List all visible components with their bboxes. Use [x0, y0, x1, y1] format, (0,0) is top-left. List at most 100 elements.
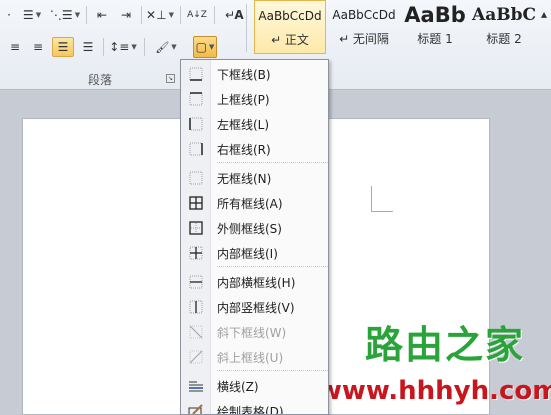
shading-button[interactable]: 🖌 ▼: [150, 37, 182, 57]
ribbon-separator: [141, 6, 142, 24]
bottom-border-icon: [189, 67, 203, 81]
all-borders-icon: [189, 196, 203, 210]
style-heading-1[interactable]: AaBb 标题 1: [402, 0, 468, 54]
menu-item-top-border[interactable]: 上框线(P): [181, 87, 328, 111]
align-right-icon: ≡: [32, 40, 44, 54]
style-sample: AaBbCcDd: [258, 9, 322, 23]
menu-item-inside-borders[interactable]: 内部框线(I): [181, 241, 328, 265]
inside-horizontal-border-icon: [189, 275, 203, 289]
increase-indent-button[interactable]: ⇥: [116, 5, 136, 25]
gallery-scroll-button[interactable]: ▴: [539, 4, 549, 24]
multilevel-list-button[interactable]: ⋱☰ ▼: [50, 5, 80, 25]
dialog-launcher-icon[interactable]: ↘: [166, 74, 175, 83]
menu-item-right-border[interactable]: 右框线(R): [181, 137, 328, 161]
inside-vertical-border-icon: [189, 300, 203, 314]
style-normal[interactable]: AaBbCcDd ↵ 正文: [254, 0, 326, 54]
no-border-icon: [189, 171, 203, 185]
draw-table-icon: [188, 404, 203, 414]
menu-item-draw-table[interactable]: 绘制表格(D): [181, 399, 328, 415]
style-name: 标题 1: [417, 32, 453, 46]
style-heading-2[interactable]: AaBbC 标题 2: [470, 0, 538, 54]
ribbon-separator: [144, 38, 145, 56]
borders-dropdown-menu: 下框线(B) 上框线(P) 左框线(L) 右框线(R) 无框线(N) 所有框线(…: [180, 59, 329, 415]
margin-corner-mark: [371, 186, 372, 212]
menu-item-label: 下框线(B): [217, 67, 271, 82]
bullets-button[interactable]: ☰ ▼: [20, 5, 44, 25]
ribbon-group-divider: [246, 4, 247, 52]
left-border-icon: [189, 117, 203, 131]
top-border-icon: [189, 92, 203, 106]
justify-button[interactable]: ☰: [52, 37, 74, 57]
menu-item-label: 外侧框线(S): [217, 221, 282, 236]
shading-icon: 🖌: [155, 40, 170, 54]
horizontal-line-icon: [189, 381, 203, 392]
line-spacing-icon: ↕≡: [109, 40, 130, 54]
menu-separator: [217, 370, 328, 371]
border-icon: ▢: [195, 40, 207, 54]
menu-item-inside-vertical-border[interactable]: 内部竖框线(V): [181, 295, 328, 319]
menu-item-label: 无框线(N): [217, 171, 272, 186]
bullets-icon: ☰: [22, 8, 34, 22]
menu-item-label: 斜上框线(U): [217, 350, 284, 365]
ribbon-overflow-icon[interactable]: ·: [4, 5, 14, 25]
menu-item-label: 内部横框线(H): [217, 275, 296, 290]
justify-icon: ☰: [57, 40, 69, 54]
ribbon-separator: [86, 6, 87, 24]
font-color-icon: A: [234, 8, 244, 22]
chinese-layout-button[interactable]: ✕⊥ ▼: [146, 5, 174, 25]
style-name: ↵ 正文: [271, 33, 309, 47]
margin-corner-mark: [371, 211, 393, 212]
inside-borders-icon: [189, 246, 203, 260]
menu-separator: [217, 266, 328, 267]
align-center-icon: ≡: [9, 40, 21, 54]
chinese-layout-icon: ✕⊥: [146, 8, 167, 22]
menu-item-label: 上框线(P): [217, 92, 270, 107]
menu-item-label: 绘制表格(D): [217, 404, 284, 415]
menu-item-label: 斜下框线(W): [217, 325, 287, 340]
ribbon-separator: [214, 6, 215, 24]
menu-item-horizontal-line[interactable]: 横线(Z): [181, 374, 328, 398]
distributed-icon: ☰: [82, 40, 94, 54]
align-right-button[interactable]: ≡: [29, 37, 47, 57]
menu-item-label: 所有框线(A): [217, 196, 283, 211]
multilevel-list-icon: ⋱☰: [49, 8, 73, 22]
style-sample: AaBbC: [472, 5, 536, 25]
decrease-indent-icon: ⇤: [96, 8, 108, 22]
menu-item-bottom-border[interactable]: 下框线(B): [181, 62, 328, 86]
style-sample: AaBb: [404, 3, 466, 27]
style-name: ↵ 无间隔: [339, 32, 389, 46]
menu-item-all-borders[interactable]: 所有框线(A): [181, 191, 328, 215]
watermark-brand: 路由之家: [365, 323, 526, 367]
style-no-spacing[interactable]: AaBbCcDd ↵ 无间隔: [328, 0, 400, 54]
align-center-button[interactable]: ≡: [6, 37, 24, 57]
style-sample: AaBbCcDd: [332, 8, 396, 22]
outside-borders-icon: [189, 221, 203, 235]
distributed-button[interactable]: ☰: [78, 37, 98, 57]
menu-item-label: 左框线(L): [217, 117, 270, 132]
diagonal-down-border-icon: [189, 325, 203, 339]
ribbon-separator: [103, 38, 104, 56]
menu-item-outside-borders[interactable]: 外侧框线(S): [181, 216, 328, 240]
ribbon-separator: [180, 6, 181, 24]
menu-separator: [217, 162, 328, 163]
menu-item-no-border[interactable]: 无框线(N): [181, 166, 328, 190]
font-color-button[interactable]: A: [232, 5, 246, 25]
watermark-url: (www.hhhyh.com): [306, 376, 551, 406]
menu-item-inside-horizontal-border[interactable]: 内部横框线(H): [181, 270, 328, 294]
borders-button[interactable]: ▢ ▼: [193, 36, 217, 58]
sort-icon: A↓Z: [187, 10, 207, 20]
menu-item-diagonal-up-border[interactable]: 斜上框线(U): [181, 345, 328, 369]
sort-button[interactable]: A↓Z: [185, 5, 209, 25]
style-name: 标题 2: [486, 32, 522, 46]
menu-item-label: 右框线(R): [217, 142, 271, 157]
menu-item-label: 内部框线(I): [217, 246, 278, 261]
menu-item-left-border[interactable]: 左框线(L): [181, 112, 328, 136]
menu-item-label: 横线(Z): [217, 379, 259, 394]
menu-item-label: 内部竖框线(V): [217, 300, 295, 315]
menu-item-diagonal-down-border[interactable]: 斜下框线(W): [181, 320, 328, 344]
decrease-indent-button[interactable]: ⇤: [92, 5, 112, 25]
line-spacing-button[interactable]: ↕≡ ▼: [108, 37, 138, 57]
paragraph-group-label: 段落: [88, 73, 113, 87]
increase-indent-icon: ⇥: [120, 8, 132, 22]
right-border-icon: [189, 142, 203, 156]
